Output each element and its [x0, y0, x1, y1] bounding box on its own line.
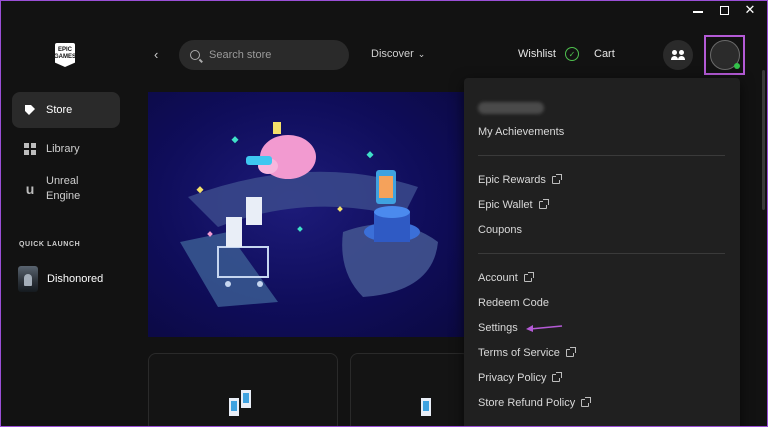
menu-item-label: Terms of Service	[478, 347, 560, 359]
menu-item-coupons[interactable]: Coupons	[478, 224, 522, 236]
menu-item-label: Coupons	[478, 224, 523, 236]
menu-item-label: Redeem Code	[478, 297, 549, 309]
search-input[interactable]	[209, 49, 339, 61]
tag-icon	[24, 104, 36, 116]
external-link-icon	[565, 347, 576, 357]
menu-item-store-refund-policy[interactable]: Store Refund Policy	[478, 397, 592, 409]
chevron-down-icon: ⌄	[417, 48, 426, 59]
unreal-icon: u	[25, 181, 35, 197]
back-button[interactable]: ‹	[154, 47, 158, 62]
menu-item-label: Store Refund Policy	[478, 397, 576, 409]
menu-item-label: Account	[478, 272, 518, 284]
online-status-dot	[733, 63, 740, 69]
game-thumbnail	[18, 266, 38, 292]
maximize-icon	[719, 5, 729, 15]
close-button[interactable]: ✕	[744, 2, 756, 17]
hero-illustration	[180, 122, 438, 307]
menu-item-terms-of-service[interactable]: Terms of Service	[478, 347, 576, 359]
menu-item-privacy-policy[interactable]: Privacy Policy	[478, 372, 563, 384]
card-illustration	[229, 390, 251, 416]
sidebar-item-library[interactable]: Library	[12, 131, 120, 167]
search-bar[interactable]	[179, 40, 349, 70]
blurred-username	[478, 102, 544, 114]
menu-item-epic-rewards[interactable]: Epic Rewards	[478, 174, 562, 186]
card-illustration	[421, 398, 431, 416]
check-circle-icon: ✓	[565, 47, 579, 61]
grid-icon	[24, 143, 36, 155]
menu-divider	[478, 155, 725, 156]
menu-item-settings[interactable]: Settings	[478, 322, 518, 334]
quick-launch-item-dishonored[interactable]: Dishonored	[18, 266, 103, 292]
sidebar-item-label: Store	[46, 104, 73, 116]
menu-item-label: Settings	[478, 322, 518, 334]
search-icon	[190, 50, 200, 60]
friends-icon	[671, 50, 685, 60]
profile-button[interactable]	[704, 35, 745, 75]
sidebar-item-unreal-engine[interactable]: u Unreal Engine	[12, 170, 120, 208]
minimize-icon	[693, 11, 703, 13]
sidebar-item-store[interactable]: Store	[12, 92, 120, 128]
sidebar-item-label: Unreal Engine	[46, 175, 81, 202]
maximize-button[interactable]	[718, 3, 730, 17]
chevron-left-icon: ‹	[154, 47, 159, 62]
friends-button[interactable]	[663, 40, 693, 70]
menu-item-epic-wallet[interactable]: Epic Wallet	[478, 199, 549, 211]
external-link-icon	[581, 397, 592, 407]
discover-label: Discover	[371, 48, 414, 60]
epic-games-logo[interactable]: EPIC GAMES	[55, 43, 75, 67]
menu-item-my-achievements[interactable]: My Achievements	[478, 126, 564, 138]
menu-item-label: Epic Rewards	[478, 174, 546, 186]
annotation-arrow-icon	[526, 325, 563, 332]
window-controls: ✕	[692, 2, 756, 17]
account-menu: My Achievements Epic Rewards Epic Wallet…	[464, 78, 740, 427]
minimize-button[interactable]	[692, 3, 704, 17]
menu-divider	[478, 253, 725, 254]
store-card[interactable]	[148, 353, 338, 427]
scrollbar[interactable]	[762, 70, 765, 210]
menu-item-label: Epic Wallet	[478, 199, 533, 211]
quick-launch-item-label: Dishonored	[47, 273, 104, 285]
external-link-icon	[538, 199, 549, 209]
avatar	[709, 40, 740, 70]
external-link-icon	[552, 372, 563, 382]
external-link-icon	[551, 174, 562, 184]
sidebar-item-label: Library	[46, 143, 80, 155]
menu-item-redeem-code[interactable]: Redeem Code	[478, 297, 549, 309]
hero-banner[interactable]	[148, 92, 468, 337]
store-card[interactable]	[350, 353, 470, 427]
sidebar: EPIC GAMES Store Library u Unreal Engine…	[0, 0, 132, 427]
menu-item-label: My Achievements	[478, 126, 565, 138]
discover-menu[interactable]: Discover ⌄	[371, 48, 425, 60]
cart-link[interactable]: Cart	[594, 48, 615, 60]
external-link-icon	[523, 272, 534, 282]
wishlist-link[interactable]: Wishlist	[518, 48, 556, 60]
quick-launch-heading: QUICK LAUNCH	[19, 241, 81, 248]
logo-text: EPIC GAMES	[54, 47, 77, 60]
menu-item-label: Privacy Policy	[478, 372, 547, 384]
menu-item-account[interactable]: Account	[478, 272, 534, 284]
close-icon: ✕	[744, 2, 756, 17]
